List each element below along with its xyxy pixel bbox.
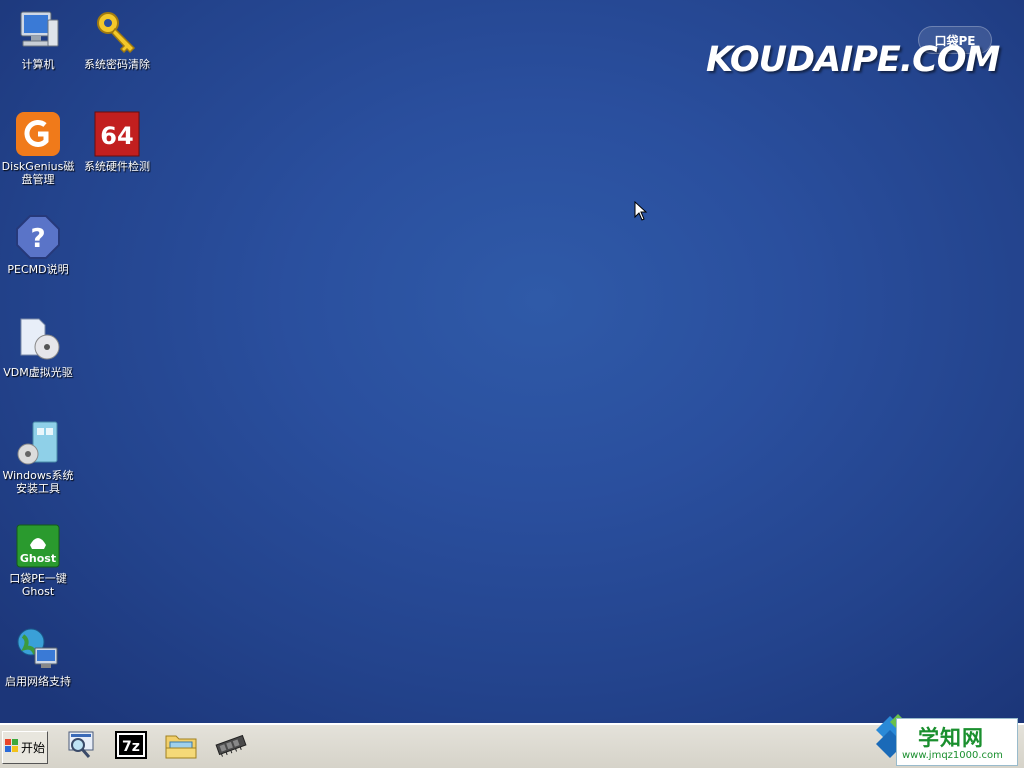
desktop-icon-hardware-check[interactable]: 64 系统硬件检测	[79, 110, 155, 173]
desktop-icon-label: 系统硬件检测	[84, 160, 150, 173]
desktop-icon-password-clear[interactable]: 系统密码清除	[79, 8, 155, 71]
7zip-text: 7z	[122, 739, 140, 755]
virtual-drive-icon	[14, 316, 62, 364]
svg-text:Ghost: Ghost	[20, 552, 56, 565]
start-label: 开始	[20, 741, 45, 755]
desktop-icon-label: PECMD说明	[7, 263, 69, 276]
search-icon	[65, 729, 97, 765]
watermark-url: www.jmqz1000.com	[902, 750, 1003, 761]
desktop-icon-label: 计算机	[21, 58, 55, 71]
svg-text:?: ?	[30, 224, 45, 254]
windows-logo-icon	[4, 739, 19, 756]
desktop-icon-diskgenius[interactable]: DiskGenius磁 盘管理	[0, 110, 76, 186]
desktop: 计算机 系统密码清除 DiskGenius磁 盘管理 64 系统硬件检测 ? P…	[0, 0, 1024, 723]
mouse-cursor-icon	[634, 200, 648, 225]
desktop-icon-label: DiskGenius磁 盘管理	[1, 160, 75, 186]
koudaipe-logo: 口袋PE KOUDAIPE.COM	[706, 26, 1000, 86]
desktop-icon-label: VDM虚拟光驱	[3, 366, 73, 379]
windows-installer-icon	[14, 419, 62, 467]
watermark-title: 学知网	[918, 726, 984, 750]
watermark: 学知网 www.jmqz1000.com	[870, 712, 1024, 768]
logo-brand-text: KOUDAIPE.COM	[706, 40, 1000, 80]
desktop-icon-ghost[interactable]: Ghost 口袋PE一键 Ghost	[0, 522, 76, 598]
explorer-icon	[164, 730, 198, 764]
quicklaunch-search[interactable]	[64, 730, 98, 764]
desktop-icon-label: Windows系统 安装工具	[2, 469, 74, 495]
desktop-icon-label: 启用网络支持	[5, 675, 71, 688]
desktop-icon-vdm[interactable]: VDM虚拟光驱	[0, 316, 76, 379]
aida64-icon: 64	[93, 110, 141, 158]
quicklaunch-memory[interactable]	[214, 730, 248, 764]
quicklaunch-7zip[interactable]: 7z	[114, 730, 148, 764]
quicklaunch-explorer[interactable]	[164, 730, 198, 764]
start-button[interactable]: 开始	[2, 731, 48, 764]
help-icon: ?	[14, 213, 62, 261]
key-icon	[93, 8, 141, 56]
desktop-icon-label: 口袋PE一键 Ghost	[9, 572, 67, 598]
ghost-icon: Ghost	[14, 522, 62, 570]
desktop-icon-network[interactable]: 启用网络支持	[0, 625, 76, 688]
desktop-icon-pecmd-help[interactable]: ? PECMD说明	[0, 213, 76, 276]
7zip-icon: 7z	[115, 731, 147, 763]
desktop-icon-computer[interactable]: 计算机	[0, 8, 76, 71]
diskgenius-icon	[14, 110, 62, 158]
desktop-icon-label: 系统密码清除	[84, 58, 150, 71]
computer-icon	[14, 8, 62, 56]
network-icon	[14, 625, 62, 673]
svg-text:64: 64	[100, 122, 133, 150]
desktop-icon-windows-installer[interactable]: Windows系统 安装工具	[0, 419, 76, 495]
memory-chip-icon	[214, 732, 248, 762]
